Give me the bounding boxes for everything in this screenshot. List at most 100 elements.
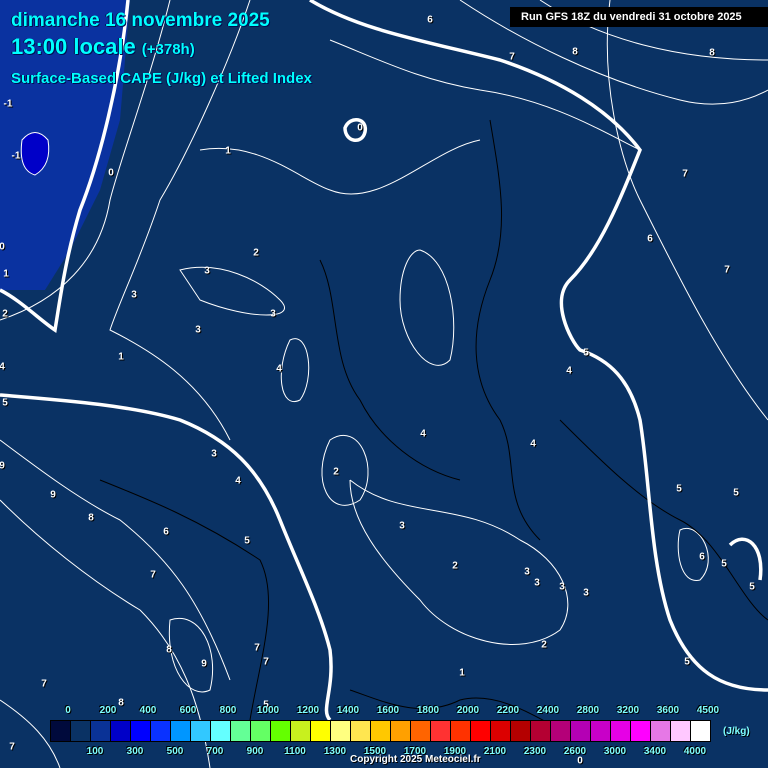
contour-label: 7 xyxy=(41,678,47,690)
legend-swatch xyxy=(671,721,691,741)
legend-tick-top: 200 xyxy=(99,705,117,716)
contour-label: 5 xyxy=(244,535,250,547)
local-time: 13:00 locale xyxy=(11,34,136,59)
legend-tick-bottom: 500 xyxy=(166,746,184,757)
cape-map xyxy=(0,0,768,768)
legend-tick-bottom: 1100 xyxy=(284,746,306,757)
legend-tick-bottom: 100 xyxy=(86,746,104,757)
legend-tick-top: 1400 xyxy=(336,705,360,716)
contour-label: 3 xyxy=(270,308,276,320)
legend-tick-top: 4500 xyxy=(696,705,720,716)
contour-label: 7 xyxy=(9,741,15,753)
contour-label: 2 xyxy=(541,639,547,651)
parameter-title: Surface-Based CAPE (J/kg) et Lifted Inde… xyxy=(11,70,312,87)
contour-label: 3 xyxy=(399,520,405,532)
contour-label: 5 xyxy=(583,347,589,359)
contour-label: 4 xyxy=(276,363,282,375)
legend-swatch xyxy=(511,721,531,741)
contour-label: 8 xyxy=(88,512,94,524)
legend-tick-top: 1600 xyxy=(376,705,400,716)
legend-tick-bottom: 2100 xyxy=(483,746,507,757)
legend-swatch xyxy=(131,721,151,741)
contour-label: 8 xyxy=(166,644,172,656)
contour-label: 4 xyxy=(0,361,5,373)
contour-label: 0 xyxy=(108,167,114,179)
contour-label: 7 xyxy=(724,264,730,276)
contour-label: 0 xyxy=(577,755,583,767)
contour-label: 7 xyxy=(150,569,156,581)
legend-tick-bottom: 700 xyxy=(206,746,224,757)
contour-label: 9 xyxy=(0,460,5,472)
legend-swatch xyxy=(91,721,111,741)
legend-tick-top: 1000 xyxy=(256,705,280,716)
contour-label: -1 xyxy=(11,150,21,162)
forecast-date: dimanche 16 novembre 2025 xyxy=(11,10,270,31)
legend-tick-bottom: 4000 xyxy=(683,746,707,757)
contour-label: 7 xyxy=(509,51,515,63)
legend-swatch xyxy=(551,721,571,741)
contour-label: 3 xyxy=(211,448,217,460)
contour-label: 1 xyxy=(225,145,231,157)
lead-time: (+378h) xyxy=(141,41,195,58)
legend-swatch xyxy=(171,721,191,741)
legend-tick-bottom: 900 xyxy=(246,746,264,757)
contour-label: 5 xyxy=(676,483,682,495)
legend-swatch xyxy=(531,721,551,741)
legend-swatch xyxy=(111,721,131,741)
legend-tick-top: 2400 xyxy=(536,705,560,716)
legend-tick-bottom: 3000 xyxy=(603,746,627,757)
legend-swatch xyxy=(231,721,251,741)
legend-swatch xyxy=(651,721,671,741)
contour-label: 2 xyxy=(333,466,339,478)
legend-tick-bottom: 2600 xyxy=(563,746,587,757)
legend-swatch xyxy=(71,721,91,741)
legend-swatch xyxy=(191,721,211,741)
legend-swatch xyxy=(491,721,511,741)
legend-swatch xyxy=(431,721,451,741)
legend-swatch xyxy=(391,721,411,741)
contour-label: 4 xyxy=(530,438,536,450)
contour-label: 6 xyxy=(163,526,169,538)
contour-label: 3 xyxy=(204,265,210,277)
contour-label: 7 xyxy=(254,642,260,654)
contour-label: 5 xyxy=(721,558,727,570)
contour-label: 2 xyxy=(2,308,8,320)
legend-tick-top: 3200 xyxy=(616,705,640,716)
contour-label: 5 xyxy=(2,397,8,409)
forecast-time: 13:00 locale (+378h) xyxy=(11,34,195,60)
contour-label: 3 xyxy=(524,566,530,578)
contour-label: 2 xyxy=(253,247,259,259)
legend-swatch xyxy=(151,721,171,741)
legend-tick-top: 800 xyxy=(219,705,237,716)
contour-label: 4 xyxy=(235,475,241,487)
legend-swatch xyxy=(691,721,710,741)
contour-label: 1 xyxy=(3,268,9,280)
legend-swatch xyxy=(571,721,591,741)
legend-swatch xyxy=(371,721,391,741)
legend-swatch xyxy=(211,721,231,741)
legend-swatch xyxy=(411,721,431,741)
legend-swatch xyxy=(591,721,611,741)
legend-tick-bottom: 3400 xyxy=(643,746,667,757)
contour-label: 4 xyxy=(566,365,572,377)
contour-label: 2 xyxy=(452,560,458,572)
legend-swatch xyxy=(611,721,631,741)
legend-tick-top: 1800 xyxy=(416,705,440,716)
legend-swatch xyxy=(331,721,351,741)
legend-tick-top: 400 xyxy=(139,705,157,716)
contour-label: 8 xyxy=(118,697,124,709)
contour-label: 7 xyxy=(263,656,269,668)
contour-label: 6 xyxy=(427,14,433,26)
legend-swatch xyxy=(311,721,331,741)
contour-label: 3 xyxy=(559,581,565,593)
legend-swatch xyxy=(471,721,491,741)
legend-swatch xyxy=(51,721,71,741)
legend-tick-bottom: 300 xyxy=(126,746,144,757)
contour-label: 8 xyxy=(572,46,578,58)
contour-label: 5 xyxy=(684,656,690,668)
contour-label: 5 xyxy=(749,581,755,593)
contour-label: 1 xyxy=(459,667,465,679)
legend-tick-top: 2200 xyxy=(496,705,520,716)
legend-tick-bottom: 2300 xyxy=(523,746,547,757)
contour-label: 9 xyxy=(50,489,56,501)
